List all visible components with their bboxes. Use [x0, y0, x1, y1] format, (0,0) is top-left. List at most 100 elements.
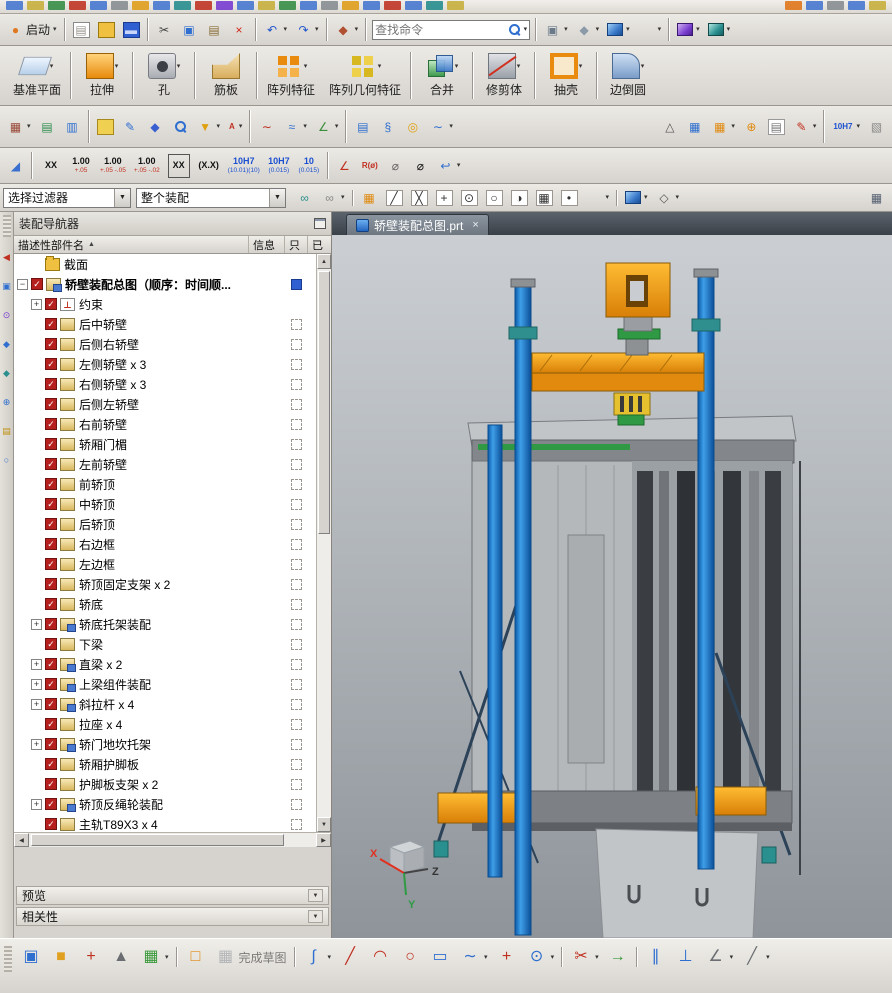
sketch-csys-button[interactable]: ■: [46, 944, 76, 970]
triangle-mesh-button[interactable]: △: [657, 116, 682, 138]
search-dropdown-caret[interactable]: ▾: [524, 26, 528, 33]
tree-horizontal-scrollbar[interactable]: ◀ ▶: [14, 832, 331, 847]
show-constraints-button[interactable]: □: [181, 944, 211, 970]
component-state-box[interactable]: [291, 539, 302, 550]
select-button[interactable]: ▲: [106, 944, 136, 970]
menu-icon-clipped[interactable]: [258, 1, 275, 10]
tree-row[interactable]: ✓轿厢护脚板: [14, 754, 316, 774]
command-finder-input[interactable]: [375, 23, 505, 37]
component-state-box[interactable]: [291, 319, 302, 330]
roles-button[interactable]: ◆▾: [572, 19, 604, 41]
dim-boxed-button[interactable]: XX: [164, 151, 194, 181]
menu-icon-clipped[interactable]: [6, 1, 23, 10]
tree-row[interactable]: ✓左边框: [14, 554, 316, 574]
tree-expand-toggle[interactable]: +: [31, 299, 42, 310]
component-state-box[interactable]: [291, 559, 302, 570]
tree-expand-toggle[interactable]: +: [31, 699, 42, 710]
redo-button[interactable]: ↷▾: [291, 19, 323, 41]
tree-collapse-toggle[interactable]: −: [17, 279, 28, 290]
component-checkbox[interactable]: ✓: [31, 278, 43, 290]
menu-icon-clipped[interactable]: [342, 1, 359, 10]
menu-icon-clipped[interactable]: [216, 1, 233, 10]
component-state-box[interactable]: [291, 419, 302, 430]
component-checkbox[interactable]: ✓: [45, 538, 57, 550]
tree-row[interactable]: +✓⊥约束: [14, 294, 316, 314]
resource-tab-reuse-library[interactable]: ◆: [0, 337, 13, 352]
menu-icon-clipped[interactable]: [174, 1, 191, 10]
component-checkbox[interactable]: ✓: [45, 818, 57, 830]
resource-tab-part-navigator[interactable]: ⊙: [0, 308, 13, 323]
dim-fit1-button[interactable]: 10H7(10.01)(10): [224, 151, 264, 181]
tab-close-icon[interactable]: ×: [472, 219, 478, 231]
tree-row[interactable]: +✓轿门地坎托架: [14, 734, 316, 754]
shell-button[interactable]: ▾抽壳: [538, 48, 594, 103]
find-button[interactable]: [168, 116, 193, 138]
dim-ref-button[interactable]: (X.X): [194, 151, 224, 181]
toolbar-drag-handle[interactable]: [4, 946, 12, 972]
component-checkbox[interactable]: ✓: [45, 798, 57, 810]
tree-row[interactable]: +✓斜拉杆 x 4: [14, 694, 316, 714]
spring-tool-button[interactable]: §: [375, 116, 400, 138]
component-checkbox[interactable]: ✓: [45, 698, 57, 710]
open-button[interactable]: [94, 19, 119, 41]
snap-quadrant-button[interactable]: ◑: [507, 187, 532, 209]
component-checkbox[interactable]: ✓: [45, 378, 57, 390]
filter-button[interactable]: ▼▾: [193, 116, 225, 138]
component-state-box[interactable]: [291, 499, 302, 510]
quick-extend-button[interactable]: →: [603, 944, 633, 970]
snap-more-dropdown[interactable]: ▾: [582, 187, 614, 209]
menu-icon-clipped[interactable]: [195, 1, 212, 10]
render-style-button[interactable]: ▾: [704, 20, 735, 39]
model-toe-guard[interactable]: [596, 829, 758, 938]
component-checkbox[interactable]: ✓: [45, 418, 57, 430]
dependencies-panel-header[interactable]: 相关性 ▼: [16, 907, 329, 926]
point-button[interactable]: +: [492, 944, 522, 970]
component-state-box[interactable]: [291, 719, 302, 730]
component-state-box[interactable]: [291, 339, 302, 350]
component-state-box[interactable]: [291, 359, 302, 370]
column-modified[interactable]: 已: [308, 236, 331, 253]
component-checkbox[interactable]: ✓: [45, 458, 57, 470]
iso-display-button[interactable]: ▾: [673, 20, 704, 39]
sketch-curve-button[interactable]: ∼▾: [425, 116, 457, 138]
component-checkbox[interactable]: ✓: [45, 758, 57, 770]
preview-expand-icon[interactable]: ▼: [308, 889, 323, 902]
component-checkbox[interactable]: ✓: [45, 358, 57, 370]
component-state-box[interactable]: [291, 459, 302, 470]
dependencies-expand-icon[interactable]: ▼: [308, 910, 323, 923]
tree-row[interactable]: 截面: [14, 254, 316, 274]
tree-row[interactable]: ✓主轨T89X3 x 4: [14, 814, 316, 832]
menu-icon-clipped[interactable]: [848, 1, 865, 10]
component-checkbox[interactable]: ✓: [45, 498, 57, 510]
resource-tab-assembly-navigator[interactable]: ◀: [0, 250, 13, 265]
tree-row[interactable]: ✓右边框: [14, 534, 316, 554]
component-checkbox[interactable]: ✓: [45, 558, 57, 570]
component-state-box[interactable]: [291, 439, 302, 450]
dim-prefs-button[interactable]: ◢: [3, 155, 28, 177]
pattern-geometry-button[interactable]: ▾阵列几何特征: [322, 48, 408, 103]
tree-row[interactable]: ✓轿底: [14, 594, 316, 614]
tree-row[interactable]: +✓上梁组件装配: [14, 674, 316, 694]
leader-button[interactable]: ↩▾: [433, 155, 465, 177]
menu-icon-clipped[interactable]: [237, 1, 254, 10]
menu-icon-clipped[interactable]: [111, 1, 128, 10]
snap-point-button[interactable]: •: [557, 187, 582, 209]
parallel-constraint-button[interactable]: ∥: [641, 944, 671, 970]
tree-row[interactable]: ✓左前轿壁: [14, 454, 316, 474]
dim-fit2-button[interactable]: 10H7(0.015): [264, 151, 294, 181]
menu-icon-clipped[interactable]: [827, 1, 844, 10]
menu-icon-clipped[interactable]: [806, 1, 823, 10]
component-state-box[interactable]: [291, 399, 302, 410]
window-cube-button[interactable]: ▾: [603, 20, 634, 39]
menu-icon-clipped[interactable]: [153, 1, 170, 10]
finish-sketch-button[interactable]: ▦完成草图: [211, 944, 291, 970]
selection-filter-combo[interactable]: 选择过滤器 ▼: [3, 188, 131, 208]
menu-icon-clipped[interactable]: [69, 1, 86, 10]
save-button[interactable]: ▬: [119, 19, 144, 41]
menu-icon-clipped[interactable]: [426, 1, 443, 10]
tree-row[interactable]: ✓轿顶固定支架 x 2: [14, 574, 316, 594]
arc-button[interactable]: ◠: [365, 944, 395, 970]
tree-expand-toggle[interactable]: +: [31, 659, 42, 670]
tree-row[interactable]: ✓后中轿壁: [14, 314, 316, 334]
menu-icon-clipped[interactable]: [27, 1, 44, 10]
